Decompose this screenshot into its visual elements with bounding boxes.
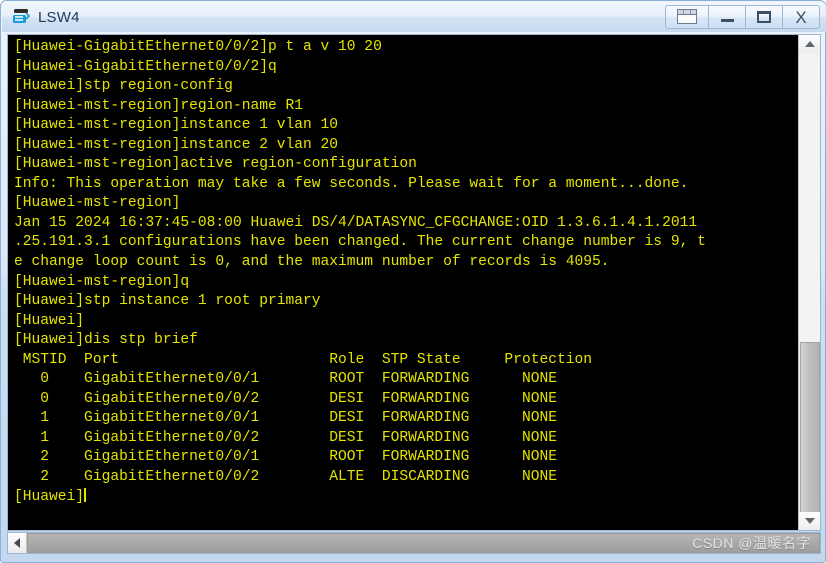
terminal-prompt-line: [Huawei] (14, 487, 799, 508)
horizontal-scrollbar[interactable]: CSDN @温暖名字 (7, 532, 821, 554)
stp-table-row: 0 GigabitEthernet0/0/1 ROOT FORWARDING N… (14, 371, 557, 388)
scroll-down-button[interactable] (799, 512, 820, 530)
close-button[interactable]: X (783, 5, 820, 29)
prompt-text: [Huawei] (14, 488, 85, 505)
terminal-output[interactable]: [Huawei-GigabitEthernet0/0/2]p t a v 10 … (8, 35, 799, 530)
terminal-line: [Huawei-mst-region]active region-configu… (14, 156, 417, 173)
terminal-line: Jan 15 2024 16:37:45-08:00 Huawei DS/4/D… (14, 214, 698, 231)
minimize-button[interactable] (709, 5, 746, 29)
vertical-scroll-track[interactable] (799, 53, 820, 342)
watermark-text: CSDN @温暖名字 (692, 535, 811, 551)
terminal-line: [Huawei-mst-region]region-name R1 (14, 97, 304, 114)
chevron-down-icon (805, 518, 815, 524)
terminal-line: [Huawei-mst-region]instance 2 vlan 20 (14, 136, 339, 153)
terminal-line: Info: This operation may take a few seco… (14, 175, 689, 192)
terminal-line: [Huawei]stp instance 1 root primary (14, 293, 321, 310)
stp-table-row: 1 GigabitEthernet0/0/1 DESI FORWARDING N… (14, 410, 557, 427)
window-title: LSW4 (38, 8, 80, 26)
terminal-line: [Huawei-mst-region] (14, 195, 181, 212)
terminal-area: [Huawei-GigabitEthernet0/0/2]p t a v 10 … (7, 34, 821, 531)
scroll-up-button[interactable] (799, 35, 820, 53)
chevron-left-icon (14, 538, 20, 548)
terminal-line: [Huawei-mst-region]instance 1 vlan 10 (14, 117, 339, 134)
terminal-line: [Huawei-GigabitEthernet0/0/2]q (14, 58, 277, 75)
terminal-line: .25.191.3.1 configurations have been cha… (14, 234, 706, 251)
stp-table-row: 2 GigabitEthernet0/0/1 ROOT FORWARDING N… (14, 449, 557, 466)
maximize-icon (757, 11, 771, 23)
terminal-line: [Huawei-GigabitEthernet0/0/2]p t a v 10 … (14, 39, 382, 55)
terminal-line: [Huawei]dis stp brief (14, 332, 198, 349)
terminal-line: e change loop count is 0, and the maximu… (14, 254, 610, 271)
terminal-line: [Huawei-mst-region]q (14, 273, 190, 290)
window-controls: X (665, 5, 820, 29)
minimize-icon (720, 19, 734, 22)
cascade-windows-icon (676, 9, 698, 25)
close-icon: X (795, 7, 807, 27)
stp-table-header: MSTID Port Role STP State Protection (14, 351, 593, 368)
title-bar[interactable]: LSW4 X (2, 2, 826, 32)
restore-all-button[interactable] (665, 5, 709, 29)
vertical-scroll-thumb[interactable] (800, 342, 820, 520)
terminal-line: [Huawei] (14, 312, 85, 329)
terminal-line: [Huawei]stp region-config (14, 78, 233, 95)
maximize-button[interactable] (746, 5, 783, 29)
horizontal-scroll-thumb[interactable]: CSDN @温暖名字 (27, 533, 820, 553)
chevron-up-icon (805, 41, 815, 47)
scroll-left-button[interactable] (8, 533, 27, 553)
stp-table-row: 0 GigabitEthernet0/0/2 DESI FORWARDING N… (14, 390, 557, 407)
stp-table-row: 2 GigabitEthernet0/0/2 ALTE DISCARDING N… (14, 469, 557, 486)
vertical-scrollbar[interactable] (798, 35, 820, 530)
terminal-window: LSW4 X [Huawei-GigabitEthernet0/0/2]p t … (0, 0, 826, 563)
stp-table-row: 1 GigabitEthernet0/0/2 DESI FORWARDING N… (14, 429, 557, 446)
text-cursor (84, 487, 87, 502)
switch-icon (10, 6, 32, 28)
